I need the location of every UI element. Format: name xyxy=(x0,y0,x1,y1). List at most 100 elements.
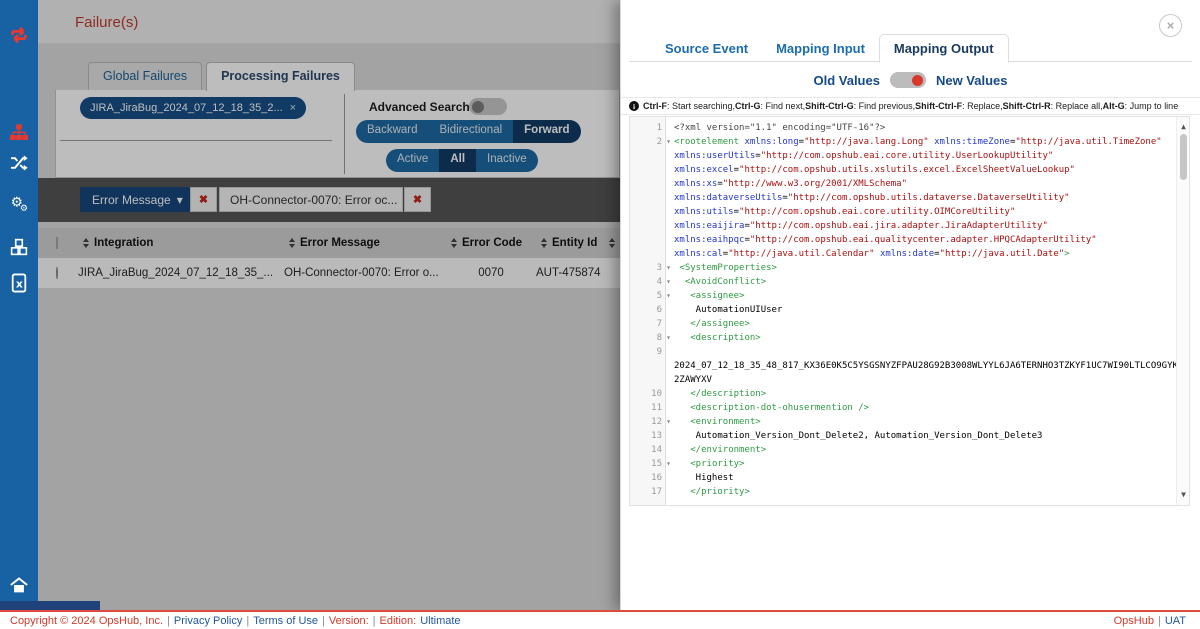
new-values-label[interactable]: New Values xyxy=(936,73,1008,88)
fold-arrow-icon[interactable]: ▾ xyxy=(666,415,671,429)
sort-icon[interactable] xyxy=(446,238,462,248)
line-number: 5▾ xyxy=(630,289,666,303)
line-number: 16 xyxy=(630,471,666,485)
panel-tab-mapping-output[interactable]: Mapping Output xyxy=(879,34,1009,63)
direction-backward-button[interactable]: Backward xyxy=(356,120,429,143)
footer-link[interactable]: Terms of Use xyxy=(253,615,318,627)
code-row: </assignee> xyxy=(674,317,1176,331)
checkbox-cell xyxy=(38,237,78,249)
code-row: xmlns:eaihpqc="http://com.opshub.eai.qua… xyxy=(674,233,1176,247)
fold-arrow-icon[interactable]: ▾ xyxy=(666,331,671,345)
tab-processing-failures[interactable]: Processing Failures xyxy=(206,62,355,91)
code-line: 4▾ <AvoidConflict> xyxy=(630,275,1176,289)
chevron-down-icon: ▾ xyxy=(177,193,183,207)
sidebar-cubes-icon[interactable] xyxy=(0,232,38,262)
old-values-label[interactable]: Old Values xyxy=(813,73,879,88)
direction-bidirectional-button[interactable]: Bidirectional xyxy=(429,120,514,143)
fold-arrow-icon[interactable]: ▾ xyxy=(666,457,671,471)
sidebar-shuffle-icon[interactable] xyxy=(0,148,38,178)
state-all-button[interactable]: All xyxy=(439,149,476,172)
table-row[interactable]: JIRA_JiraBug_2024_07_12_18_35_...OH-Conn… xyxy=(38,258,620,288)
code-row: <priority> xyxy=(674,457,1176,471)
select-all-checkbox[interactable] xyxy=(56,237,58,249)
sort-icon[interactable] xyxy=(536,238,552,248)
code-row: </description> xyxy=(674,387,1176,401)
code-content: </description> xyxy=(666,387,1176,401)
shortcut-desc: : Start searching, xyxy=(667,101,735,111)
panel-tabs: Source EventMapping InputMapping Output xyxy=(651,33,1009,62)
sort-icon[interactable] xyxy=(284,238,300,248)
scroll-down-arrow[interactable]: ▼ xyxy=(1177,488,1190,502)
sidebar-excel-icon[interactable]: x xyxy=(0,268,38,298)
column-header-error-message[interactable]: Error Message xyxy=(300,237,446,249)
scroll-up-arrow[interactable]: ▲ xyxy=(1177,120,1190,134)
remove-filter-field-button[interactable]: ✖ xyxy=(190,187,217,212)
failures-page: Failure(s) Global FailuresProcessing Fai… xyxy=(38,0,620,610)
code-row: xmlns:excel="http://com.opshub.utils.xsl… xyxy=(674,163,1176,177)
filter-field-label: Error Message xyxy=(92,193,171,207)
scrollbar-thumb[interactable] xyxy=(1180,134,1187,180)
sidebar-home-icon[interactable] xyxy=(0,570,38,600)
code-row: </priority> xyxy=(674,485,1176,499)
footer-text: | xyxy=(1158,615,1161,627)
shortcut-desc: : Jump to line xyxy=(1125,101,1179,111)
column-header-entity-id[interactable]: Entity Id xyxy=(552,237,604,249)
line-number: 14 xyxy=(630,443,666,457)
integration-filter-chip[interactable]: JIRA_JiraBug_2024_07_12_18_35_2... × xyxy=(80,97,306,119)
code-line: 13 Automation_Version_Dont_Delete2, Auto… xyxy=(630,429,1176,443)
old-new-values-toggle[interactable] xyxy=(890,72,926,88)
editor-scrollbar[interactable]: ▲ ▼ xyxy=(1176,117,1189,505)
filter-value-label: OH-Connector-0070: Error oc... xyxy=(230,193,397,207)
sidebar-sync-icon[interactable] xyxy=(0,20,38,50)
shortcut-key: Ctrl-F xyxy=(643,101,667,111)
tab-global-failures[interactable]: Global Failures xyxy=(88,62,202,91)
advanced-search-label: Advanced Search xyxy=(369,100,470,114)
code-content: <rootelement xmlns:long="http://java.lan… xyxy=(666,135,1176,261)
footer-text: | xyxy=(373,615,376,627)
svg-text:⚙: ⚙ xyxy=(20,204,28,213)
footer-text: Edition: xyxy=(379,615,416,627)
state-inactive-button[interactable]: Inactive xyxy=(476,149,538,172)
code-content: <description-dot-ohusermention /> xyxy=(666,401,1176,415)
shortcut-key: Alt-G xyxy=(1103,101,1125,111)
line-number: 9 xyxy=(630,345,666,387)
panel-tab-source-event[interactable]: Source Event xyxy=(651,35,762,62)
footer-link[interactable]: Ultimate xyxy=(420,615,460,627)
sidebar-sitemap-icon[interactable] xyxy=(0,118,38,148)
remove-filter-value-button[interactable]: ✖ xyxy=(404,187,431,212)
code-row: xmlns:cal="http://java.util.Calendar" xm… xyxy=(674,247,1176,261)
shortcut-desc: : Replace all, xyxy=(1051,101,1103,111)
line-number: 10 xyxy=(630,387,666,401)
panel-close-button[interactable]: × xyxy=(1159,14,1182,37)
state-active-button[interactable]: Active xyxy=(386,149,439,172)
code-content: <description> xyxy=(666,331,1176,345)
fold-arrow-icon[interactable]: ▾ xyxy=(666,135,671,149)
footer-text: OpsHub xyxy=(1114,615,1154,627)
code-row: 2024_07_12_18_35_48_817_KX36E0K5C5YSGSNY… xyxy=(674,359,1176,373)
advanced-search-toggle[interactable] xyxy=(469,98,507,115)
filter-value-chip[interactable]: OH-Connector-0070: Error oc... xyxy=(219,187,403,212)
xml-code-editor[interactable]: 1<?xml version="1.1" encoding="UTF-16"?>… xyxy=(629,116,1190,506)
panel-tab-mapping-input[interactable]: Mapping Input xyxy=(762,35,879,62)
code-row: <description-dot-ohusermention /> xyxy=(674,401,1176,415)
column-header-error-code[interactable]: Error Code xyxy=(462,237,536,249)
code-content: AutomationUIUser xyxy=(666,303,1176,317)
direction-forward-button[interactable]: Forward xyxy=(513,120,580,143)
footer-text: UAT xyxy=(1165,615,1186,627)
footer-link[interactable]: Privacy Policy xyxy=(174,615,242,627)
fold-arrow-icon[interactable]: ▾ xyxy=(666,289,671,303)
sort-icon[interactable] xyxy=(78,238,94,248)
code-row: xmlns:xs="http://www.w3.org/2001/XMLSche… xyxy=(674,177,1176,191)
row-radio[interactable] xyxy=(56,267,58,279)
sidebar-footer-strip xyxy=(0,601,100,610)
sort-icon[interactable] xyxy=(604,238,620,248)
filter-field-dropdown[interactable]: Error Message ▾ xyxy=(80,187,195,212)
sidebar-gears-icon[interactable]: ⚙⚙ xyxy=(0,188,38,218)
shortcut-key: Shift-Ctrl-F xyxy=(915,101,962,111)
code-row: <description> xyxy=(674,331,1176,345)
line-number: 6 xyxy=(630,303,666,317)
fold-arrow-icon[interactable]: ▾ xyxy=(666,261,671,275)
fold-arrow-icon[interactable]: ▾ xyxy=(666,275,671,289)
chip-close-icon[interactable]: × xyxy=(290,102,296,114)
column-header-integration[interactable]: Integration xyxy=(94,237,284,249)
